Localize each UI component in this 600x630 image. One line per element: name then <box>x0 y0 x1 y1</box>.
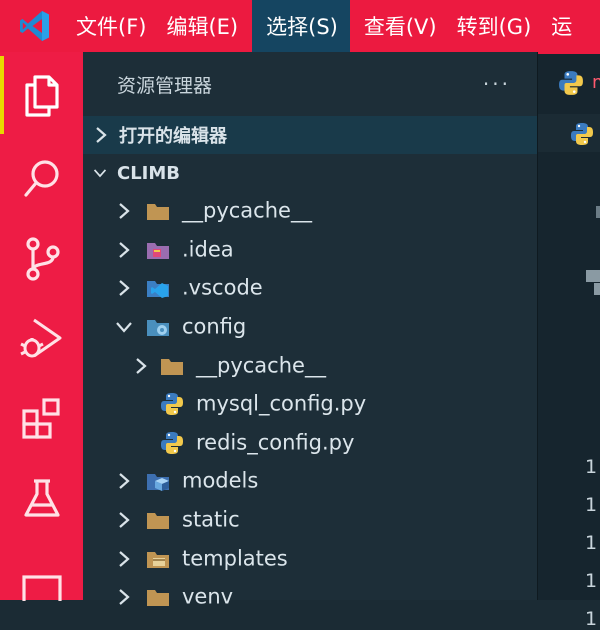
chevron-right-icon <box>118 511 130 529</box>
templates-folder-icon <box>144 547 172 571</box>
title-bar: 文件(F) 编辑(E) 选择(S) 查看(V) 转到(G) 运 <box>0 0 600 52</box>
tree-item-label: models <box>182 468 259 493</box>
editor-indent-mark <box>586 270 600 282</box>
line-number: 1 <box>585 494 598 516</box>
tree-item-config-pycache[interactable]: __pycache__ <box>83 346 537 385</box>
tree-item-templates[interactable]: templates <box>83 539 537 578</box>
folder-icon <box>144 585 172 609</box>
menu-view[interactable]: 查看(V) <box>350 0 451 52</box>
line-number: 1 <box>585 456 598 478</box>
project-section[interactable]: CLIMB <box>83 154 537 192</box>
chevron-right-icon <box>118 588 130 606</box>
vscode-logo-icon <box>0 0 70 52</box>
tree-item-mysql-config[interactable]: mysql_config.py <box>83 385 537 424</box>
chevron-right-icon <box>95 126 109 144</box>
chevron-right-icon <box>118 202 130 220</box>
chevron-right-icon <box>118 550 130 568</box>
tree-item-static[interactable]: static <box>83 501 537 540</box>
editor-indent-mark <box>594 283 600 295</box>
folder-icon <box>144 508 172 532</box>
editor-area[interactable]: m 1 1 1 1 1 <box>537 52 600 630</box>
editor-tab[interactable]: m <box>538 52 600 114</box>
activity-bar <box>0 52 83 601</box>
open-editors-section[interactable]: 打开的编辑器 <box>83 116 537 154</box>
extensions-icon[interactable] <box>0 380 83 458</box>
config-folder-icon <box>144 315 172 339</box>
tree-item-label: .vscode <box>182 276 263 301</box>
project-label: CLIMB <box>117 162 181 184</box>
chevron-down-icon <box>93 167 107 179</box>
python-file-icon <box>158 392 186 416</box>
open-editors-label: 打开的编辑器 <box>119 126 227 147</box>
tree-item-vscode[interactable]: .vscode <box>83 269 537 308</box>
breadcrumb <box>538 114 600 152</box>
run-debug-icon[interactable] <box>0 300 83 378</box>
editor-tab-label: m <box>592 72 600 93</box>
menu-file[interactable]: 文件(F) <box>70 0 160 52</box>
editor-indent-mark <box>596 206 600 218</box>
testing-icon[interactable] <box>0 460 83 538</box>
tree-item-label: __pycache__ <box>196 353 326 378</box>
explorer-title: 资源管理器 <box>117 74 213 97</box>
search-icon[interactable] <box>0 140 83 218</box>
tree-item-label: config <box>182 314 247 339</box>
source-control-icon[interactable] <box>0 220 83 298</box>
tree-item-label: venv <box>182 584 234 609</box>
tree-item-label: .idea <box>182 237 234 262</box>
idea-folder-icon <box>144 238 172 262</box>
python-file-icon <box>158 431 186 455</box>
chevron-down-icon <box>115 321 133 333</box>
folder-icon <box>158 354 186 378</box>
remote-icon[interactable] <box>0 540 83 618</box>
explorer-icon[interactable] <box>0 56 83 134</box>
chevron-right-icon <box>118 472 130 490</box>
tree-item-label: redis_config.py <box>196 430 355 455</box>
line-number: 1 <box>585 608 598 630</box>
chevron-right-icon <box>118 279 130 297</box>
tree-item-label: mysql_config.py <box>196 391 367 416</box>
menu-run[interactable]: 运 <box>545 0 586 52</box>
line-number: 1 <box>585 532 598 554</box>
tree-item-label: static <box>182 507 240 532</box>
line-number: 1 <box>585 570 598 592</box>
menu-edit[interactable]: 编辑(E) <box>160 0 252 52</box>
vscode-folder-icon <box>144 276 172 300</box>
tree-item-config[interactable]: config <box>83 308 537 347</box>
tree-item-redis-config[interactable]: redis_config.py <box>83 424 537 463</box>
tree-item-models[interactable]: models <box>83 462 537 501</box>
tree-item-pycache[interactable]: __pycache__ <box>83 192 537 231</box>
tree-item-label: __pycache__ <box>182 198 312 223</box>
menu-go[interactable]: 转到(G) <box>451 0 546 52</box>
tree-item-label: templates <box>182 546 288 571</box>
more-actions-icon[interactable]: ··· <box>483 72 511 96</box>
chevron-right-icon <box>135 357 147 375</box>
folder-icon <box>144 199 172 223</box>
chevron-right-icon <box>118 241 130 259</box>
tree-item-venv[interactable]: venv <box>83 578 537 617</box>
tree-item-idea[interactable]: .idea <box>83 231 537 270</box>
explorer-header: 资源管理器 ··· <box>83 52 537 116</box>
menu-selection[interactable]: 选择(S) <box>252 0 350 52</box>
python-file-icon <box>570 122 594 150</box>
python-file-icon <box>558 70 584 100</box>
explorer-sidebar: 资源管理器 ··· 打开的编辑器 CLIMB __pycache__ .idea… <box>83 52 537 609</box>
models-folder-icon <box>144 469 172 493</box>
